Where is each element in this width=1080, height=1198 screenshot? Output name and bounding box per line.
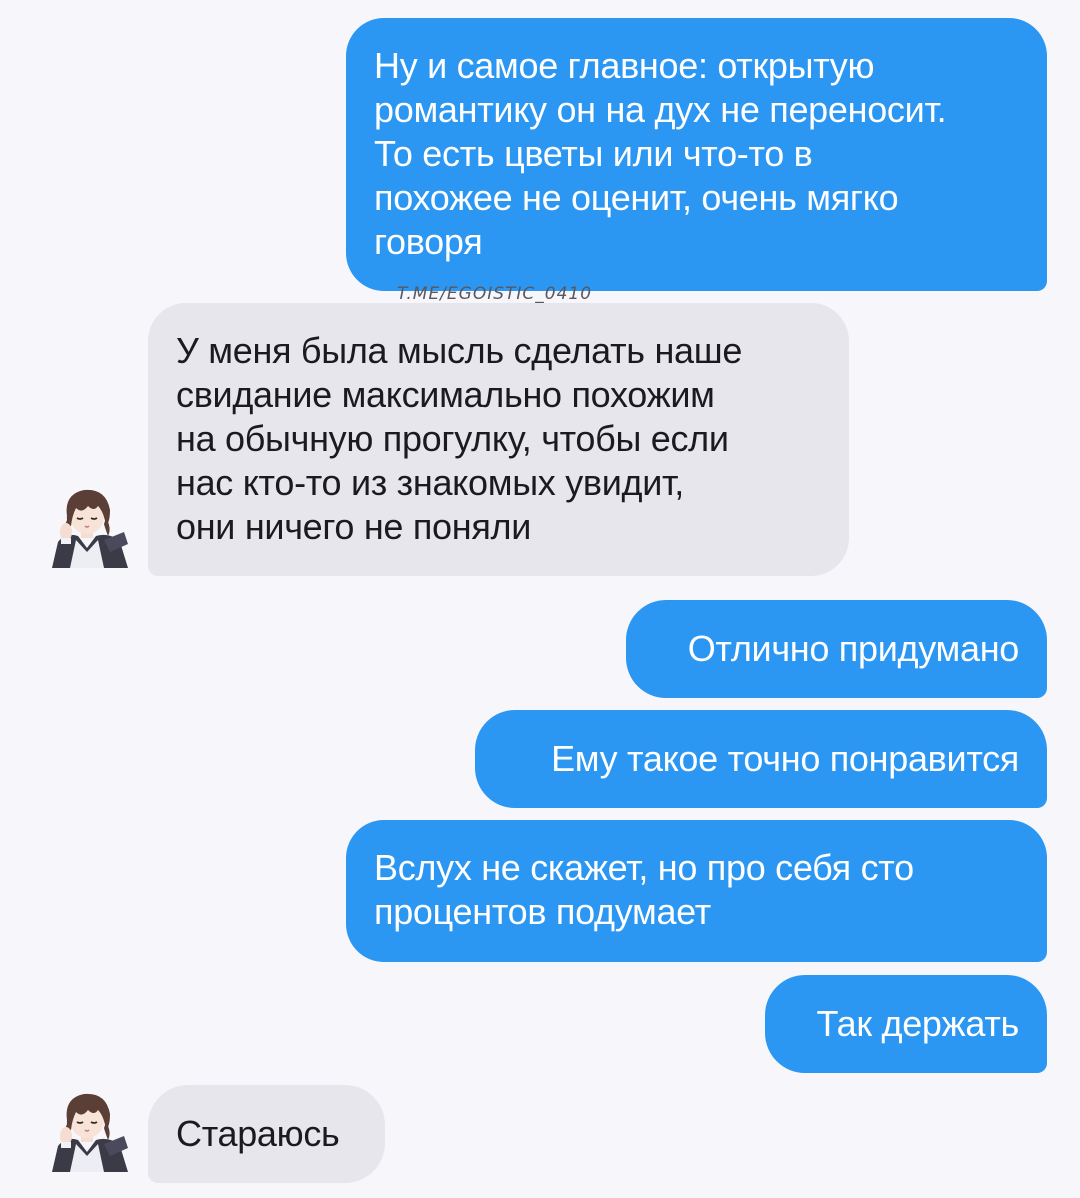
avatar-icon[interactable] (44, 482, 130, 568)
message-text-line: У меня была мысль сделать наше (176, 330, 743, 371)
message-text-line: говоря (374, 221, 483, 262)
message-text-line: Так держать (816, 1003, 1020, 1044)
message-text-line: Вслух не скажет, но про себя сто (374, 847, 914, 888)
outgoing-message-bubble[interactable]: Ну и самое главное: открытую романтику о… (346, 18, 1047, 291)
avatar-icon[interactable] (44, 1086, 130, 1172)
message-text-line: на обычную прогулку, чтобы если (176, 418, 729, 459)
message-text-line: нас кто-то из знакомых увидит, (176, 462, 684, 503)
message-text-line: они ничего не поняли (176, 506, 532, 547)
incoming-message-bubble[interactable]: Стараюсь (148, 1085, 385, 1183)
message-text-line: Ну и самое главное: открытую (374, 45, 875, 86)
message-text-line: Стараюсь (176, 1113, 340, 1154)
message-text-line: То есть цветы или что-то в (374, 133, 813, 174)
incoming-message-bubble[interactable]: У меня была мысль сделать наше свидание … (148, 303, 849, 576)
outgoing-message-bubble[interactable]: Отлично придумано (626, 600, 1047, 698)
message-text-line: процентов подумает (374, 891, 711, 932)
watermark-text: T.ME/EGOISTIC_0410 (397, 284, 593, 304)
outgoing-message-bubble[interactable]: Так держать (765, 975, 1047, 1073)
message-text-line: Ему такое точно понравится (551, 738, 1019, 779)
message-text-line: свидание максимально похожим (176, 374, 715, 415)
message-text-line: похожее не оценит, очень мягко (374, 177, 899, 218)
outgoing-message-bubble[interactable]: Ему такое точно понравится (475, 710, 1047, 808)
outgoing-message-bubble[interactable]: Вслух не скажет, но про себя сто процент… (346, 820, 1047, 962)
message-text-line: романтику он на дух не переносит. (374, 89, 947, 130)
message-text-line: Отлично придумано (687, 628, 1020, 669)
